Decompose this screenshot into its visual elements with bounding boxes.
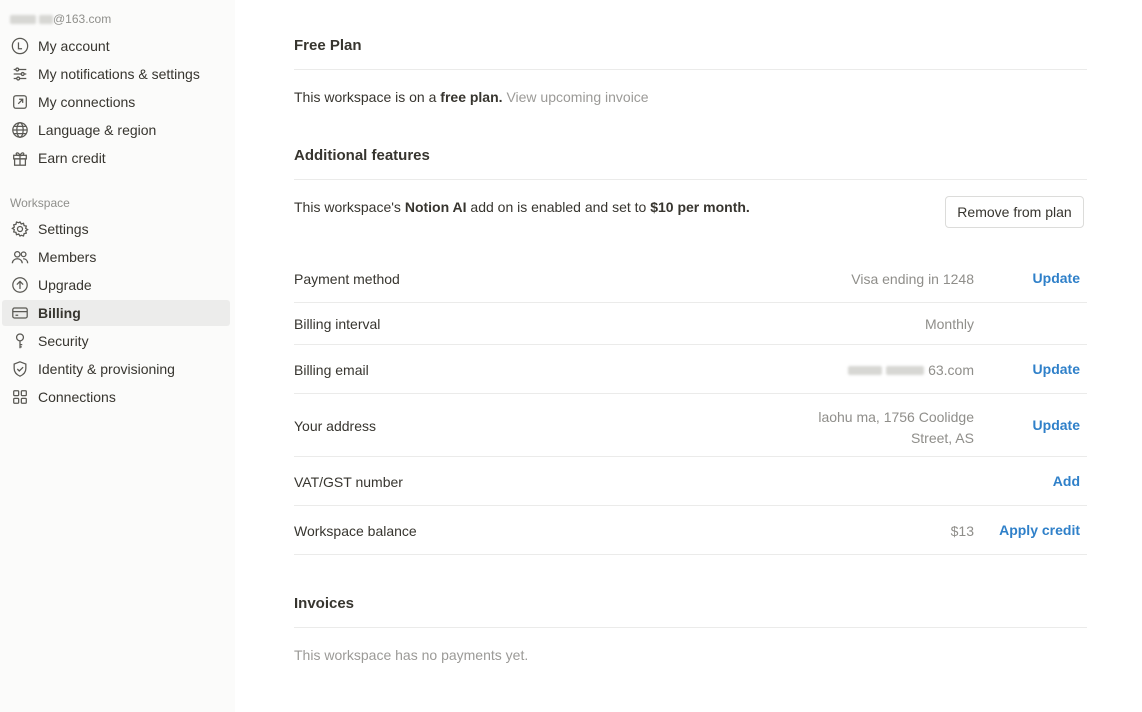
divider bbox=[294, 627, 1087, 628]
plan-title: Free Plan bbox=[294, 37, 362, 54]
sidebar-item-label: My connections bbox=[38, 94, 136, 110]
divider bbox=[294, 554, 1087, 555]
sidebar-item-label: Earn credit bbox=[38, 150, 106, 166]
sidebar-item-connections[interactable]: Connections bbox=[2, 384, 230, 410]
features-title: Additional features bbox=[294, 147, 430, 164]
addon-price: $10 per month. bbox=[650, 199, 750, 215]
account-icon bbox=[10, 36, 30, 56]
sidebar-item-label: Settings bbox=[38, 221, 89, 237]
sidebar-item-notifications[interactable]: My notifications & settings bbox=[2, 61, 230, 87]
plan-text-prefix: This workspace is on a bbox=[294, 89, 441, 105]
sidebar-item-label: Connections bbox=[38, 389, 116, 405]
billing-email-suffix: 63.com bbox=[928, 362, 974, 378]
sidebar-item-label: Identity & provisioning bbox=[38, 361, 175, 377]
sidebar-item-earn-credit[interactable]: Earn credit bbox=[2, 145, 230, 171]
divider bbox=[294, 69, 1087, 70]
sidebar-item-members[interactable]: Members bbox=[2, 244, 230, 270]
globe-icon bbox=[10, 120, 30, 140]
gear-icon bbox=[10, 219, 30, 239]
no-invoices-text: This workspace has no payments yet. bbox=[294, 647, 529, 663]
sidebar-item-language[interactable]: Language & region bbox=[2, 117, 230, 143]
sidebar-item-label: My notifications & settings bbox=[38, 66, 200, 82]
add-vat-button[interactable]: Add bbox=[1053, 473, 1080, 489]
sidebar-item-my-connections[interactable]: My connections bbox=[2, 89, 230, 115]
address-value: laohu ma, 1756 Coolidge Street, AS bbox=[818, 407, 974, 449]
address-label: Your address bbox=[294, 418, 376, 434]
apply-credit-button[interactable]: Apply credit bbox=[999, 522, 1080, 538]
features-text-prefix: This workspace's bbox=[294, 199, 405, 215]
vat-label: VAT/GST number bbox=[294, 474, 403, 490]
account-email-suffix: @163.com bbox=[53, 12, 112, 26]
billing-content: Free Plan This workspace is on a free pl… bbox=[235, 0, 1142, 712]
addon-name: Notion AI bbox=[404, 199, 467, 215]
view-upcoming-invoice-link[interactable]: View upcoming invoice bbox=[506, 89, 648, 105]
sidebar-item-label: Billing bbox=[38, 305, 81, 321]
sliders-icon bbox=[10, 64, 30, 84]
upgrade-icon bbox=[10, 275, 30, 295]
redacted-email-part bbox=[848, 365, 883, 375]
workspace-balance-label: Workspace balance bbox=[294, 523, 417, 539]
payment-method-label: Payment method bbox=[294, 271, 400, 287]
update-payment-method-button[interactable]: Update bbox=[1033, 270, 1080, 286]
redacted-email-part bbox=[39, 14, 53, 24]
payment-method-value: Visa ending in 1248 bbox=[851, 271, 974, 287]
update-address-button[interactable]: Update bbox=[1033, 417, 1080, 433]
sidebar-item-label: My account bbox=[38, 38, 110, 54]
divider bbox=[294, 505, 1087, 506]
address-line-2: Street, AS bbox=[910, 430, 974, 446]
key-icon bbox=[10, 331, 30, 351]
divider bbox=[294, 179, 1087, 180]
sidebar-item-identity[interactable]: Identity & provisioning bbox=[2, 356, 230, 382]
divider bbox=[294, 456, 1087, 457]
billing-interval-label: Billing interval bbox=[294, 316, 381, 332]
features-text-mid: add on is enabled and set to bbox=[466, 199, 651, 215]
plan-description: This workspace is on a free plan. View u… bbox=[294, 89, 649, 105]
address-line-1: laohu ma, 1756 Coolidge bbox=[818, 409, 974, 425]
billing-interval-value: Monthly bbox=[924, 316, 974, 332]
features-description: This workspace's Notion AI add on is ena… bbox=[294, 199, 750, 215]
update-billing-email-button[interactable]: Update bbox=[1033, 361, 1080, 377]
redacted-email-part bbox=[886, 365, 925, 375]
remove-from-plan-button[interactable]: Remove from plan bbox=[945, 196, 1084, 228]
sidebar-item-upgrade[interactable]: Upgrade bbox=[2, 272, 230, 298]
sidebar-item-settings[interactable]: Settings bbox=[2, 216, 230, 242]
account-email: @163.com bbox=[10, 12, 111, 26]
sidebar-item-label: Upgrade bbox=[38, 277, 92, 293]
billing-email-label: Billing email bbox=[294, 362, 369, 378]
divider bbox=[294, 344, 1087, 345]
sidebar-item-label: Security bbox=[38, 333, 89, 349]
shield-check-icon bbox=[10, 359, 30, 379]
redacted-email-part bbox=[10, 14, 36, 24]
divider bbox=[294, 302, 1087, 303]
gift-icon bbox=[10, 148, 30, 168]
sidebar-item-label: Members bbox=[38, 249, 97, 265]
sidebar-item-label: Language & region bbox=[38, 122, 157, 138]
workspace-section-label: Workspace bbox=[10, 196, 70, 210]
grid-icon bbox=[10, 387, 30, 407]
sidebar-item-my-account[interactable]: My account bbox=[2, 33, 230, 59]
sidebar-item-billing[interactable]: Billing bbox=[2, 300, 230, 326]
workspace-balance-value: $13 bbox=[950, 523, 974, 539]
invoices-title: Invoices bbox=[294, 595, 355, 612]
plan-name: free plan. bbox=[440, 89, 503, 105]
people-icon bbox=[10, 247, 30, 267]
divider bbox=[294, 393, 1087, 394]
card-icon bbox=[10, 303, 30, 323]
external-link-icon bbox=[10, 92, 30, 112]
settings-sidebar: @163.com My account My notifications & s… bbox=[0, 0, 235, 712]
billing-email-value: 63.com bbox=[848, 362, 974, 378]
sidebar-item-security[interactable]: Security bbox=[2, 328, 230, 354]
